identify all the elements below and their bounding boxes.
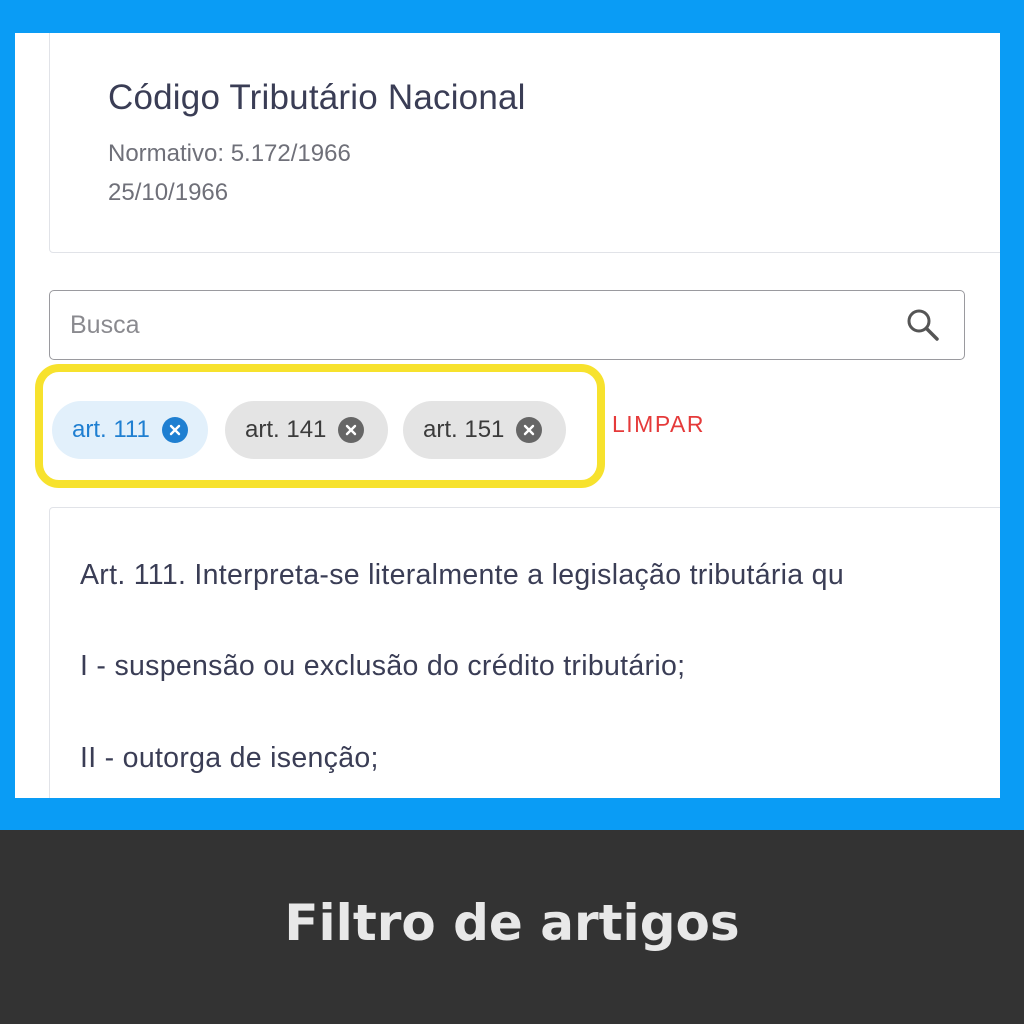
clear-filters-button[interactable]: LIMPAR xyxy=(612,411,705,438)
document-normativo: Normativo: 5.172/1966 xyxy=(108,140,351,167)
app-screen: Código Tributário Nacional Normativo: 5.… xyxy=(15,33,1000,798)
caption-text: Filtro de artigos xyxy=(284,894,740,952)
filter-chip-label: art. 111 xyxy=(72,416,150,443)
filter-chip-label: art. 141 xyxy=(245,416,327,443)
article-paragraph: I - suspensão ou exclusão do crédito tri… xyxy=(80,650,686,682)
close-icon[interactable] xyxy=(161,417,188,443)
search-box[interactable] xyxy=(49,290,965,360)
search-icon[interactable] xyxy=(905,307,941,343)
filter-chip-art-111[interactable]: art. 111 xyxy=(52,401,208,459)
document-date: 25/10/1966 xyxy=(108,179,229,206)
article-paragraph: Art. 111. Interpreta-se literalmente a l… xyxy=(80,559,844,591)
filter-chip-art-141[interactable]: art. 141 xyxy=(225,401,388,459)
document-header-card: Código Tributário Nacional Normativo: 5.… xyxy=(49,33,1000,253)
caption-bar: Filtro de artigos xyxy=(0,830,1024,1024)
article-paragraph: II - outorga de isenção; xyxy=(80,742,379,774)
search-input[interactable] xyxy=(70,309,870,341)
filter-chip-art-151[interactable]: art. 151 xyxy=(403,401,566,459)
close-icon[interactable] xyxy=(516,417,543,443)
filter-chip-label: art. 151 xyxy=(423,416,505,443)
close-icon[interactable] xyxy=(338,417,365,443)
document-title: Código Tributário Nacional xyxy=(108,78,526,117)
